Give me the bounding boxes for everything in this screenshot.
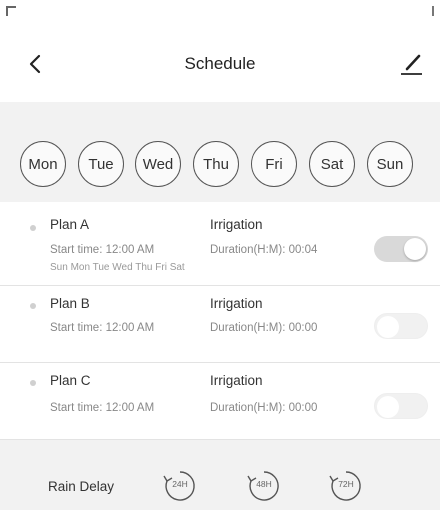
day-tue[interactable]: Tue	[78, 141, 124, 187]
rain-delay-24h-button[interactable]: 24H	[160, 466, 200, 506]
plan-b-toggle[interactable]	[374, 313, 428, 339]
plan-row-b[interactable]: Plan B Irrigation Start time: 12:00 AM D…	[0, 286, 440, 363]
day-wed[interactable]: Wed	[135, 141, 181, 187]
plan-a-toggle[interactable]	[374, 236, 428, 262]
day-mon[interactable]: Mon	[20, 141, 66, 187]
toggle-knob	[377, 316, 399, 338]
header: Schedule	[0, 40, 440, 92]
plan-duration: Duration(H:M): 00:00	[210, 322, 318, 334]
day-sun[interactable]: Sun	[367, 141, 413, 187]
plan-start-time: Start time: 12:00 AM	[50, 322, 155, 334]
plan-status-dot	[30, 303, 36, 309]
plan-row-a[interactable]: Plan A Irrigation Start time: 12:00 AM D…	[0, 205, 440, 286]
day-fri[interactable]: Fri	[251, 141, 297, 187]
plan-status-dot	[30, 380, 36, 386]
plan-row-c[interactable]: Plan C Irrigation Start time: 12:00 AM D…	[0, 363, 440, 440]
status-corner-mark	[432, 6, 434, 16]
day-sat[interactable]: Sat	[309, 141, 355, 187]
plan-type: Irrigation	[210, 373, 263, 388]
plan-status-dot	[30, 225, 36, 231]
edit-button[interactable]	[396, 48, 426, 78]
rain-delay-panel: Rain Delay 24H 48H 72H	[0, 440, 440, 510]
plan-type: Irrigation	[210, 217, 263, 232]
day-selector: Mon Tue Wed Thu Fri Sat Sun	[0, 141, 440, 193]
rain-delay-option-label: 72H	[338, 479, 354, 489]
plan-duration: Duration(H:M): 00:04	[210, 244, 318, 256]
plan-name: Plan B	[50, 296, 90, 311]
toggle-knob	[404, 238, 426, 260]
rain-delay-option-label: 24H	[172, 479, 188, 489]
pencil-icon	[401, 54, 422, 75]
plan-type: Irrigation	[210, 296, 263, 311]
plan-duration: Duration(H:M): 00:00	[210, 402, 318, 414]
plan-start-time: Start time: 12:00 AM	[50, 244, 155, 256]
status-corner-mark	[6, 6, 16, 16]
rain-delay-48h-button[interactable]: 48H	[244, 466, 284, 506]
rain-delay-option-label: 48H	[256, 479, 272, 489]
plan-name: Plan C	[50, 373, 91, 388]
rain-delay-label: Rain Delay	[48, 479, 115, 494]
toggle-knob	[377, 396, 399, 418]
plan-days: Sun Mon Tue Wed Thu Fri Sat	[50, 262, 185, 273]
day-thu[interactable]: Thu	[193, 141, 239, 187]
plan-c-toggle[interactable]	[374, 393, 428, 419]
page-title: Schedule	[184, 54, 256, 73]
plan-start-time: Start time: 12:00 AM	[50, 402, 155, 414]
plan-name: Plan A	[50, 217, 90, 232]
rain-delay-72h-button[interactable]: 72H	[326, 466, 366, 506]
